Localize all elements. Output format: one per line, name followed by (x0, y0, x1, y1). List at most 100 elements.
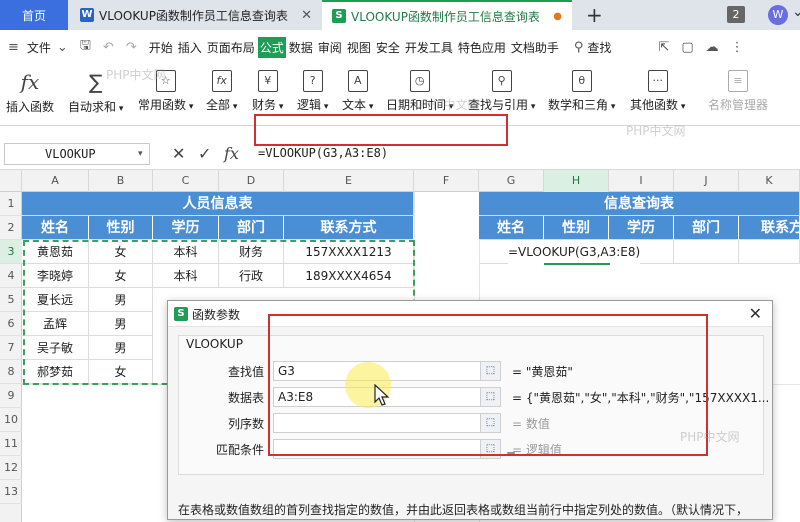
col-index-input[interactable] (273, 413, 501, 433)
header-cell[interactable]: 性别 (544, 216, 609, 240)
menu-data[interactable]: 数据 (287, 37, 315, 58)
table-cell[interactable]: 黄恩茹 (22, 240, 89, 264)
table-cell[interactable]: 本科 (153, 240, 219, 264)
row-header[interactable]: 2 (0, 216, 22, 240)
table-cell[interactable]: 夏长远 (22, 288, 89, 312)
tab-document-2[interactable]: S VLOOKUP函数制作员工信息查询表 ● (322, 0, 572, 30)
row-header[interactable]: 4 (0, 264, 22, 288)
table-cell[interactable]: 男 (89, 288, 153, 312)
row-header[interactable]: 9 (0, 384, 22, 408)
table-cell[interactable]: 男 (89, 312, 153, 336)
table-cell[interactable]: 本科 (153, 264, 219, 288)
tab-document-1[interactable]: W VLOOKUP函数制作员工信息查询表 ✕ (70, 0, 320, 30)
more-icon[interactable]: ⋮ (731, 40, 744, 55)
table-cell[interactable]: 157XXXX1213 (284, 240, 414, 264)
column-header[interactable]: C (153, 170, 219, 192)
math-functions-button[interactable]: θ 数学和三角 ▾ (548, 70, 615, 113)
table-cell[interactable]: 财务 (219, 240, 284, 264)
lookup-functions-button[interactable]: ⚲ 查找与引用 ▾ (468, 70, 535, 113)
left-table-title[interactable]: 人员信息表 (22, 192, 414, 216)
row-header[interactable]: 11 (0, 432, 22, 456)
chevron-down-icon[interactable]: ⌄ (57, 40, 68, 55)
header-cell[interactable]: 学历 (153, 216, 219, 240)
table-cell[interactable]: 吴子敏 (22, 336, 89, 360)
other-functions-button[interactable]: ··· 其他函数 ▾ (630, 70, 685, 113)
formula-input[interactable]: =VLOOKUP(G3,A3:E8) (258, 146, 388, 160)
close-icon[interactable]: ✕ (301, 8, 312, 23)
menu-search[interactable]: 查找 (585, 37, 613, 58)
header-cell[interactable]: 联系方式 (284, 216, 414, 240)
cloud-sync-icon[interactable]: ☁ (706, 40, 719, 55)
column-header[interactable]: H (544, 170, 609, 192)
header-cell[interactable]: 联系方式 (739, 216, 800, 240)
menu-page-layout[interactable]: 页面布局 (205, 37, 257, 58)
menu-developer[interactable]: 开发工具 (403, 37, 455, 58)
all-functions-button[interactable]: fx 全部 ▾ (206, 70, 237, 113)
menu-doc-assistant[interactable]: 文档助手 (509, 37, 561, 58)
row-header[interactable]: 3 (0, 240, 22, 264)
save-icon[interactable]: 🖫 (80, 36, 91, 58)
row-header[interactable]: 12 (0, 456, 22, 480)
tab-home[interactable]: 首页 (0, 0, 68, 30)
share-icon[interactable]: ⇱ (658, 40, 669, 55)
new-tab-plus-icon[interactable]: + (586, 3, 603, 27)
table-cell[interactable]: 女 (89, 240, 153, 264)
chevron-down-icon[interactable]: ⌄ (792, 4, 800, 20)
column-header[interactable]: I (609, 170, 674, 192)
range-picker-icon[interactable]: ⬚ (480, 440, 500, 458)
comment-icon[interactable]: ▢ (681, 40, 693, 55)
menu-insert[interactable]: 插入 (176, 37, 204, 58)
menu-home[interactable]: 开始 (147, 37, 175, 58)
row-header[interactable]: 7 (0, 336, 22, 360)
range-picker-icon[interactable]: ⬚ (480, 414, 500, 432)
table-cell[interactable]: 李晓婷 (22, 264, 89, 288)
row-header[interactable]: 10 (0, 408, 22, 432)
autosum-button[interactable]: ∑ 自动求和 ▾ (68, 70, 123, 115)
table-cell[interactable]: 女 (89, 360, 153, 384)
row-header[interactable]: 8 (0, 360, 22, 384)
dialog-title-bar[interactable]: S 函数参数 ✕ (168, 301, 772, 327)
row-header[interactable]: 6 (0, 312, 22, 336)
common-functions-button[interactable]: ☆ 常用函数 ▾ (138, 70, 193, 113)
close-icon[interactable]: ✕ (749, 304, 762, 323)
cancel-x-icon[interactable]: ✕ (172, 144, 185, 163)
header-cell[interactable]: 部门 (219, 216, 284, 240)
datetime-functions-button[interactable]: ◷ 日期和时间 ▾ (386, 70, 453, 113)
range-lookup-input[interactable] (273, 439, 501, 459)
column-header[interactable]: K (739, 170, 800, 192)
chevron-down-icon[interactable]: ▾ (138, 149, 143, 159)
column-header[interactable]: D (219, 170, 284, 192)
avatar[interactable]: W (768, 5, 788, 25)
name-box[interactable]: VLOOKUP (4, 143, 150, 165)
text-functions-button[interactable]: A 文本 ▾ (342, 70, 373, 113)
table-cell[interactable]: 189XXXX4654 (284, 264, 414, 288)
menu-formulas[interactable]: 公式 (257, 36, 286, 58)
fx-icon[interactable]: fx (224, 144, 239, 163)
menu-file[interactable]: 文件 (25, 37, 53, 58)
row-header[interactable]: 13 (0, 480, 22, 504)
column-header[interactable]: E (284, 170, 414, 192)
range-picker-icon[interactable]: ⬚ (480, 388, 500, 406)
header-cell[interactable]: 姓名 (479, 216, 544, 240)
table-cell[interactable]: 孟辉 (22, 312, 89, 336)
row-header[interactable]: 1 (0, 192, 22, 216)
header-cell[interactable]: 学历 (609, 216, 674, 240)
column-header[interactable]: G (479, 170, 544, 192)
column-header[interactable]: F (414, 170, 479, 192)
undo-icon[interactable]: ↶ (103, 40, 114, 55)
menu-special[interactable]: 特色应用 (456, 37, 508, 58)
table-cell[interactable] (739, 240, 800, 264)
search-icon[interactable]: ⚲ (574, 40, 584, 55)
header-cell[interactable]: 性别 (89, 216, 153, 240)
hamburger-menu-icon[interactable]: ≡ (8, 40, 19, 55)
range-picker-icon[interactable]: ⬚ (480, 362, 500, 380)
right-table-title[interactable]: 信息查询表 (479, 192, 800, 216)
table-cell[interactable]: 行政 (219, 264, 284, 288)
column-header[interactable]: A (22, 170, 89, 192)
menu-review[interactable]: 审阅 (316, 37, 344, 58)
confirm-check-icon[interactable]: ✓ (198, 144, 211, 163)
name-manager-button[interactable]: ≡ 名称管理器 (708, 70, 768, 113)
menu-security[interactable]: 安全 (374, 37, 402, 58)
menu-view[interactable]: 视图 (345, 37, 373, 58)
finance-functions-button[interactable]: ¥ 财务 ▾ (252, 70, 283, 113)
